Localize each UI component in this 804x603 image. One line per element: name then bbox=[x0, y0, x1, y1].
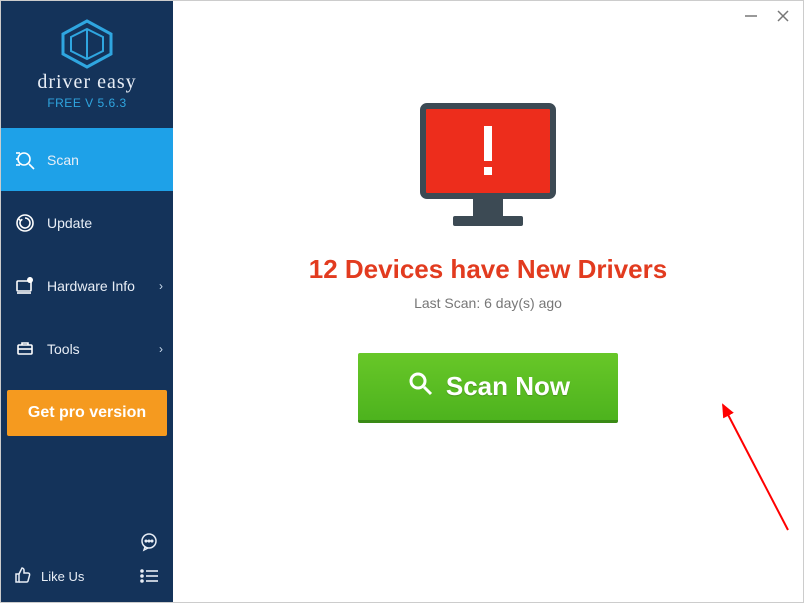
tools-icon bbox=[13, 337, 37, 361]
scan-icon bbox=[13, 148, 37, 172]
brand-name: driver easy bbox=[1, 71, 173, 94]
get-pro-label: Get pro version bbox=[28, 404, 146, 422]
sidebar-bottom: Like Us bbox=[1, 520, 173, 602]
sidebar-controls bbox=[137, 530, 161, 588]
headline: 12 Devices have New Drivers bbox=[173, 254, 803, 285]
titlebar bbox=[743, 1, 803, 31]
last-scan-text: Last Scan: 6 day(s) ago bbox=[173, 295, 803, 311]
sidebar-item-label: Hardware Info bbox=[47, 278, 135, 294]
sidebar-item-tools[interactable]: Tools › bbox=[1, 317, 173, 380]
update-icon bbox=[13, 211, 37, 235]
app-window: driver easy FREE V 5.6.3 Scan bbox=[0, 0, 804, 603]
sidebar-item-hardware-info[interactable]: i Hardware Info › bbox=[1, 254, 173, 317]
hardware-info-icon: i bbox=[13, 274, 37, 298]
sidebar: driver easy FREE V 5.6.3 Scan bbox=[1, 1, 173, 602]
like-us-button[interactable]: Like Us bbox=[13, 565, 84, 588]
sidebar-item-label: Tools bbox=[47, 341, 80, 357]
like-us-label: Like Us bbox=[41, 569, 84, 584]
brand-version: FREE V 5.6.3 bbox=[1, 96, 173, 110]
nav: Scan Update bbox=[1, 128, 173, 380]
search-icon bbox=[406, 369, 434, 404]
close-button[interactable] bbox=[775, 8, 791, 24]
logo-icon bbox=[1, 19, 173, 69]
sidebar-item-scan[interactable]: Scan bbox=[1, 128, 173, 191]
annotation-arrow bbox=[633, 395, 803, 545]
sidebar-item-update[interactable]: Update bbox=[1, 191, 173, 254]
scan-now-label: Scan Now bbox=[446, 371, 570, 402]
feedback-button[interactable] bbox=[137, 530, 161, 554]
logo-block: driver easy FREE V 5.6.3 bbox=[1, 1, 173, 122]
get-pro-button[interactable]: Get pro version bbox=[7, 390, 167, 436]
main-panel: 12 Devices have New Drivers Last Scan: 6… bbox=[173, 1, 803, 602]
menu-button[interactable] bbox=[137, 564, 161, 588]
minimize-button[interactable] bbox=[743, 8, 759, 24]
thumbs-up-icon bbox=[13, 565, 33, 588]
scan-now-button[interactable]: Scan Now bbox=[358, 353, 618, 423]
chevron-right-icon: › bbox=[159, 342, 163, 356]
chevron-right-icon: › bbox=[159, 279, 163, 293]
alert-monitor-icon bbox=[413, 101, 563, 236]
sidebar-item-label: Update bbox=[47, 215, 92, 231]
sidebar-item-label: Scan bbox=[47, 152, 79, 168]
